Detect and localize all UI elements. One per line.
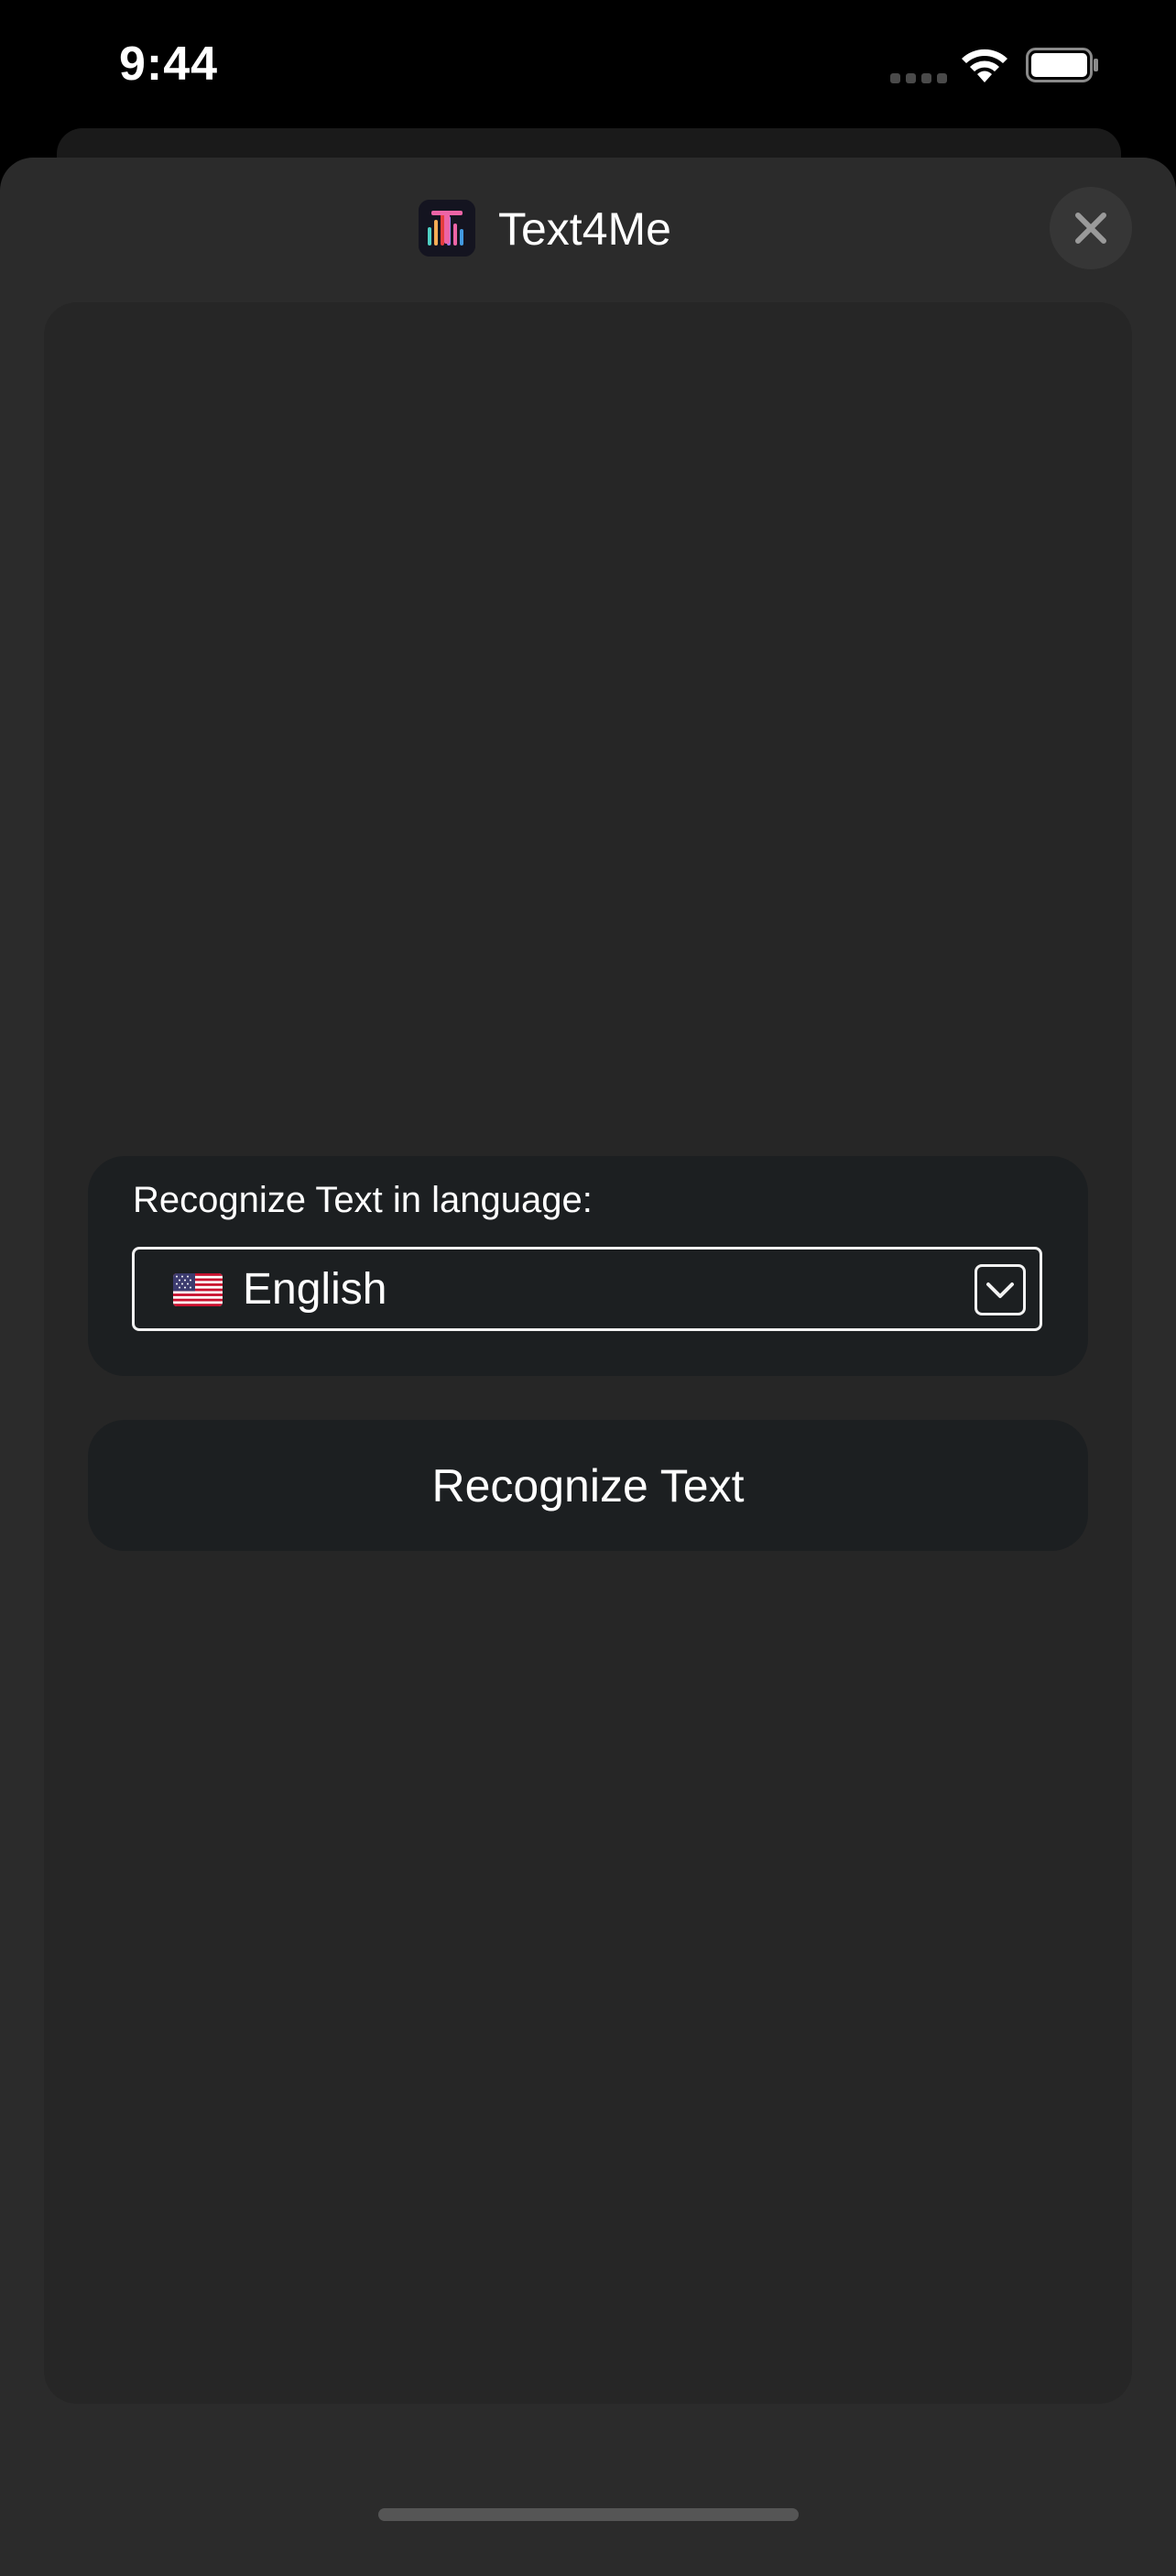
selected-language: English: [243, 1265, 387, 1314]
status-time: 9:44: [119, 38, 219, 91]
language-select[interactable]: English: [132, 1247, 1042, 1331]
close-button[interactable]: [1050, 187, 1132, 269]
us-flag-icon: [173, 1273, 223, 1306]
close-icon: [1075, 213, 1106, 244]
language-picker-label: Recognize Text in language:: [133, 1180, 593, 1220]
text4me-logo-icon: [419, 200, 475, 257]
status-bar: 9:44: [0, 0, 1176, 137]
home-indicator[interactable]: [378, 2508, 799, 2521]
battery-icon: [1026, 48, 1098, 82]
recognize-text-button[interactable]: Recognize Text: [88, 1420, 1088, 1551]
chevron-down-icon: [975, 1264, 1026, 1315]
wifi-icon: [962, 49, 1007, 82]
app-title: Text4Me: [498, 203, 671, 255]
cellular-signal-icon: [890, 73, 947, 84]
recognize-text-label: Recognize Text: [431, 1459, 745, 1512]
